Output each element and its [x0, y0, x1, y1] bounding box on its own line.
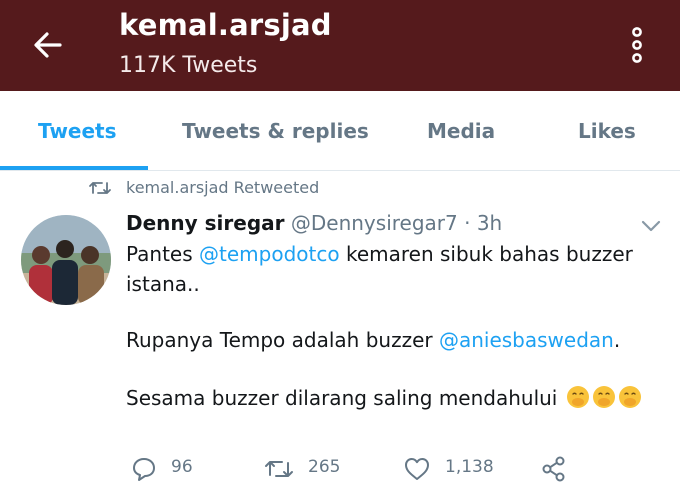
tweet-time[interactable]: 3h	[477, 211, 502, 235]
tweet-text-line: Rupanya Tempo adalah buzzer @aniesbaswed…	[126, 328, 620, 352]
retweet-button[interactable]: 265	[264, 455, 364, 483]
tab-tweets-and-replies[interactable]: Tweets & replies	[182, 119, 369, 143]
face-with-hand-over-mouth-icon	[618, 386, 641, 408]
profile-tabs: Tweets Tweets & replies Media Likes	[0, 91, 680, 171]
tweet-header: Denny siregar @Dennysiregar7 · 3h	[126, 211, 502, 235]
reply-icon	[133, 458, 155, 481]
retweet-count: 265	[308, 457, 341, 477]
tweet-text-segment: kemaren sibuk bahas buzzer	[339, 242, 633, 266]
like-count: 1,138	[445, 457, 494, 477]
separator-dot: ·	[457, 211, 477, 235]
tab-media[interactable]: Media	[427, 119, 495, 143]
profile-header: kemal.arsjad 117K Tweets	[0, 0, 680, 91]
tweet-text-line: Sesama buzzer dilarang saling mendahului	[126, 385, 642, 410]
avatar[interactable]	[21, 215, 111, 305]
active-tab-indicator	[0, 166, 148, 170]
author-handle[interactable]: @Dennysiregar7	[291, 211, 458, 235]
profile-name: kemal.arsjad	[119, 8, 332, 42]
chevron-down-icon[interactable]	[640, 218, 662, 234]
tweet-text-line: istana..	[126, 272, 200, 296]
tweet-text-segment: Rupanya Tempo adalah buzzer	[126, 328, 439, 352]
retweet-icon	[265, 461, 293, 477]
more-vertical-icon[interactable]	[627, 25, 647, 65]
retweet-notice-text: kemal.arsjad Retweeted	[126, 178, 320, 197]
tab-tweets[interactable]: Tweets	[38, 119, 117, 143]
tab-likes[interactable]: Likes	[578, 119, 636, 143]
share-button[interactable]	[540, 455, 570, 483]
tweet-text-segment: .	[613, 328, 621, 352]
tweet-text-segment: Pantes	[126, 242, 200, 266]
retweet-notice: kemal.arsjad Retweeted	[0, 176, 680, 200]
retweet-icon	[89, 182, 111, 194]
tweet-count: 117K Tweets	[119, 53, 258, 78]
tweet-text-line: Pantes @tempodotco kemaren sibuk bahas b…	[126, 242, 633, 266]
mention-link[interactable]: @aniesbaswedan	[439, 328, 614, 352]
face-with-hand-over-mouth-icon	[566, 386, 589, 408]
mention-link[interactable]: @tempodotco	[199, 242, 340, 266]
reply-button[interactable]: 96	[130, 455, 220, 483]
heart-icon	[405, 458, 429, 480]
author-name[interactable]: Denny siregar	[126, 211, 285, 235]
face-with-hand-over-mouth-icon	[592, 386, 615, 408]
share-icon	[542, 456, 565, 482]
tweet-text-segment: Sesama buzzer dilarang saling mendahului	[126, 386, 564, 410]
reply-count: 96	[171, 457, 193, 477]
arrow-left-icon[interactable]	[30, 27, 66, 63]
like-button[interactable]: 1,138	[403, 455, 503, 483]
